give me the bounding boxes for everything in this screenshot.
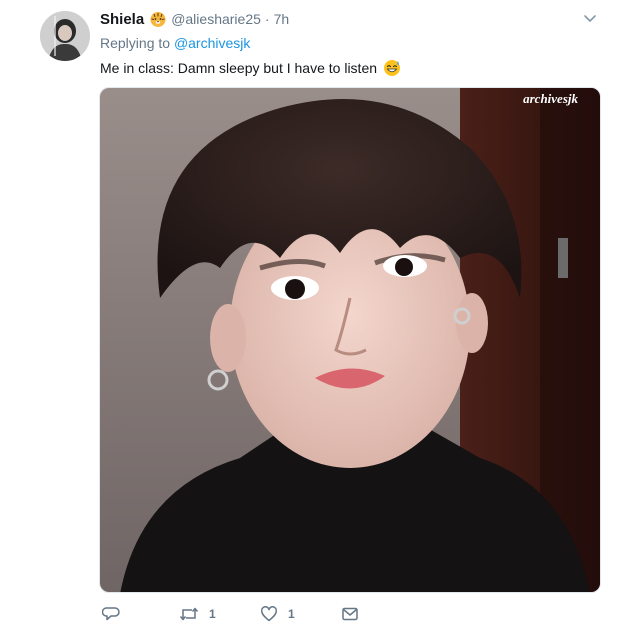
avatar-image [40,11,90,61]
separator-dot: · [264,11,270,27]
envelope-icon [341,605,359,623]
tweet-text-body: Me in class: Damn sleepy but I have to l… [100,60,378,76]
tweet-card: Shiela @aliesharie25 · 7h Replying to @a… [0,0,639,636]
retweet-count: 1 [209,607,216,621]
tweet-actions: 1 1 [100,604,400,624]
grinning-sweat-icon [383,59,401,77]
avatar[interactable] [40,11,90,61]
heart-icon [260,605,278,623]
chevron-down-icon[interactable] [582,10,598,26]
media-watermark: archivesjk [523,91,578,106]
author-handle[interactable]: @aliesharie25 [171,11,261,27]
reply-button[interactable] [102,604,130,624]
tweet-header: Shiela @aliesharie25 · 7h [100,9,289,29]
direct-message-button[interactable] [341,604,359,624]
like-button[interactable]: 1 [260,604,295,624]
tweet-text: Me in class: Damn sleepy but I have to l… [100,59,401,77]
tiger-face-icon [149,10,167,28]
like-count: 1 [288,607,295,621]
author-name[interactable]: Shiela [100,11,144,28]
reply-icon [102,605,120,623]
replying-label: Replying to [100,35,171,51]
replying-mention-link[interactable]: @archivesjk [174,35,250,51]
tweet-media-image[interactable]: archivesjk [99,87,601,593]
replying-to: Replying to @archivesjk [100,35,250,51]
retweet-button[interactable]: 1 [179,604,216,624]
photo [100,88,600,592]
retweet-icon [179,605,199,623]
tweet-timestamp[interactable]: 7h [274,11,290,27]
